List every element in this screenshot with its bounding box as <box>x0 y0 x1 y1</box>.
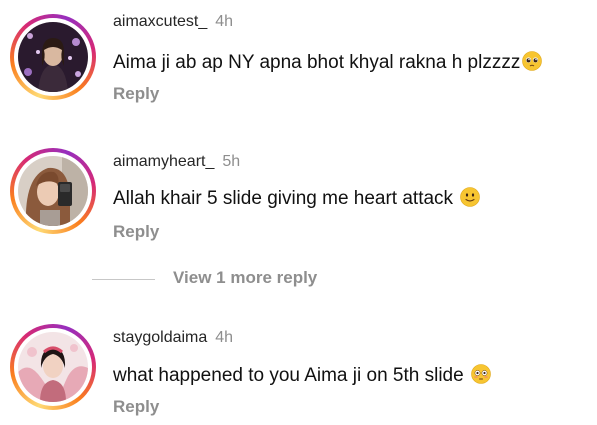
reply-button[interactable]: Reply <box>113 222 159 242</box>
comment-username[interactable]: staygoldaima <box>113 329 207 346</box>
avatar-ring-gap <box>14 18 92 96</box>
slightly-smiling-face-icon <box>460 187 481 213</box>
comment-item: staygoldaima 4h what happened to you Aima… <box>0 314 597 425</box>
comment-username-line: aimamyheart_ 5h <box>113 153 240 171</box>
avatar[interactable] <box>18 332 88 402</box>
comment-text: what happened to you Aima ji on 5th slid… <box>113 365 469 386</box>
avatar[interactable] <box>18 156 88 226</box>
avatar-story-ring[interactable] <box>10 148 96 234</box>
comment-username-line: staygoldaima 4h <box>113 329 233 347</box>
avatar[interactable] <box>18 22 88 92</box>
comment-username[interactable]: aimaxcutest_ <box>113 13 207 30</box>
comment-text-line: Aima ji ab ap NY apna bhot khyal rakna h… <box>113 51 543 77</box>
avatar-photo <box>18 156 88 226</box>
comment-text: Aima ji ab ap NY apna bhot khyal rakna h… <box>113 52 521 73</box>
comment-text-line: Allah khair 5 slide giving me heart atta… <box>113 187 481 213</box>
view-more-replies-button[interactable]: View 1 more reply <box>173 268 317 288</box>
comment-text-line: what happened to you Aima ji on 5th slid… <box>113 364 491 390</box>
avatar-ring-gap <box>14 328 92 406</box>
flushed-face-icon <box>471 364 491 390</box>
comment-time: 5h <box>222 153 241 170</box>
avatar-story-ring[interactable] <box>10 14 96 100</box>
reply-button[interactable]: Reply <box>113 84 159 104</box>
comment-username-line: aimaxcutest_ 4h <box>113 13 233 31</box>
divider-line <box>92 279 155 280</box>
comment-time: 4h <box>215 329 234 346</box>
comment-time: 4h <box>215 13 234 30</box>
avatar-photo <box>18 332 88 402</box>
comment-item: aimamyheart_ 5h Allah khair 5 slide givin… <box>0 138 597 258</box>
reply-button[interactable]: Reply <box>113 397 159 417</box>
comment-text: Allah khair 5 slide giving me heart atta… <box>113 188 459 209</box>
avatar-photo <box>18 22 88 92</box>
comment-username[interactable]: aimamyheart_ <box>113 153 214 170</box>
pleading-face-icon <box>522 51 543 77</box>
view-more-replies[interactable]: View 1 more reply <box>92 268 392 290</box>
comment-item: aimaxcutest_ 4h Aima ji ab ap NY apna bho… <box>0 0 597 120</box>
avatar-ring-gap <box>14 152 92 230</box>
avatar-story-ring[interactable] <box>10 324 96 410</box>
